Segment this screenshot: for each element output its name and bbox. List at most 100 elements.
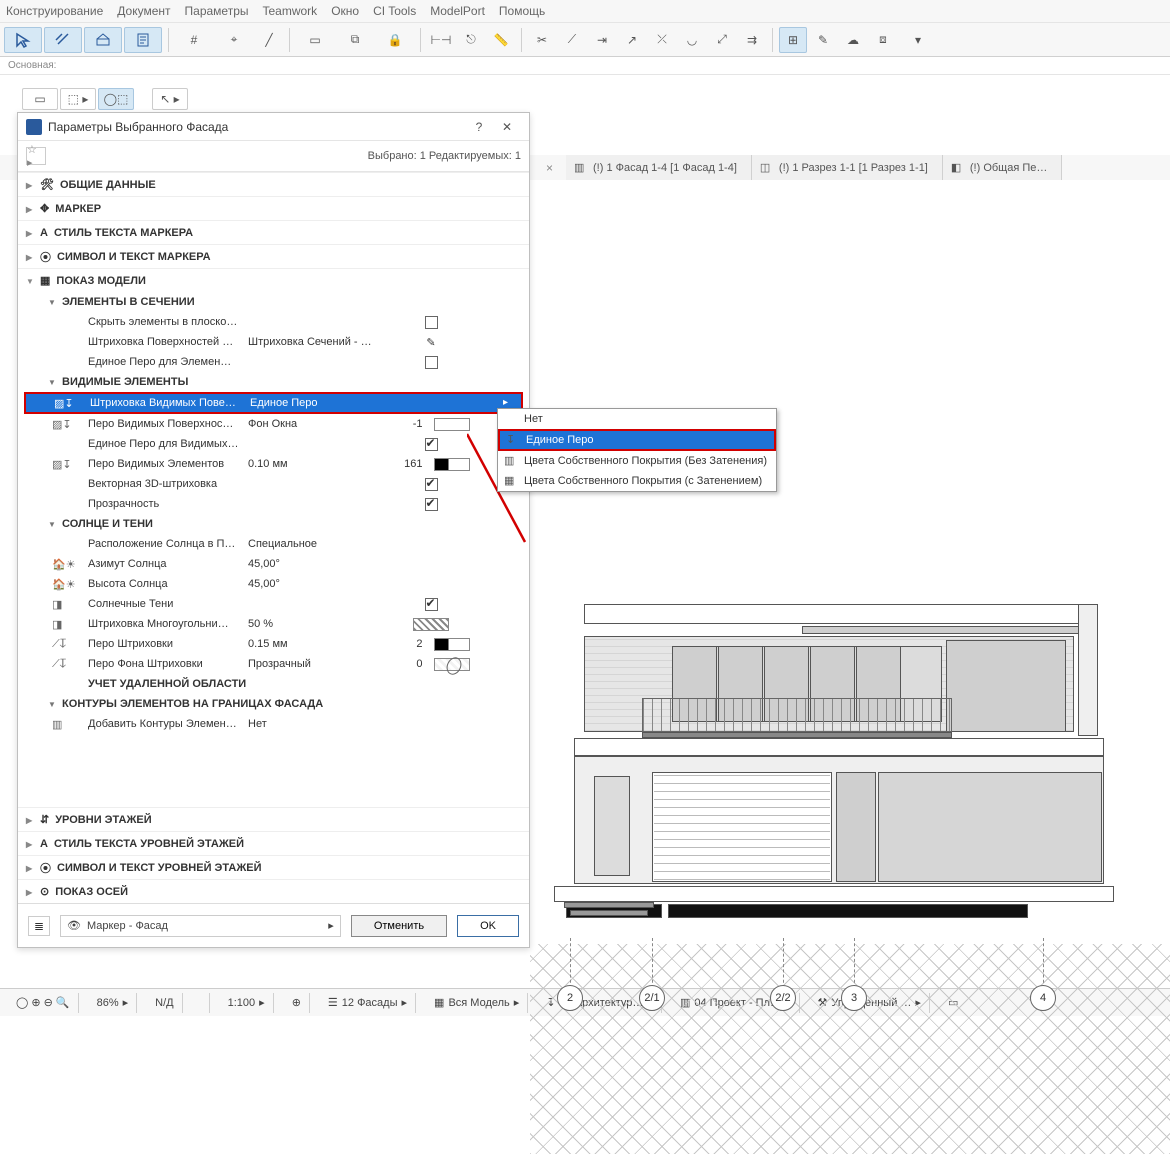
group-cut[interactable]: ▼ ЭЛЕМЕНТЫ В СЕЧЕНИИ <box>24 292 523 312</box>
scale[interactable]: 1:100 ▸ <box>220 993 274 1013</box>
show-all-icon[interactable]: ⊞ <box>779 27 807 53</box>
checkbox[interactable] <box>425 498 438 511</box>
menu-item[interactable]: Параметры <box>185 4 249 18</box>
checkbox[interactable] <box>425 478 438 491</box>
pen-swatch[interactable] <box>434 418 470 431</box>
close-button[interactable]: ✕ <box>493 113 521 141</box>
section-model-display[interactable]: ▦ПОКАЗ МОДЕЛИ <box>18 268 529 292</box>
row-visible-bg-pen[interactable]: ▨↧Перо Видимых Поверхнос…Фон Окна-1 <box>24 414 523 434</box>
row-visible-surface-fill[interactable]: ▨↧ Штриховка Видимых Пове… Единое Перо ▸ <box>24 392 523 414</box>
row-one-pen-cut[interactable]: Единое Перо для Элемен… <box>24 352 523 372</box>
row-hide-plane[interactable]: Скрыть элементы в плоско… <box>24 312 523 332</box>
arrow-icon[interactable]: ↖ ▸ <box>152 88 188 110</box>
row-cut-surf[interactable]: Штриховка Поверхностей …Штриховка Сечени… <box>24 332 523 352</box>
suspend-tool[interactable]: ▭ <box>296 27 334 53</box>
marquee-tool[interactable] <box>44 27 82 53</box>
pen-swatch[interactable] <box>434 458 470 471</box>
row-hatch-bg[interactable]: ⟋↧Перо Фона ШтриховкиПрозрачный0 <box>24 654 523 674</box>
cursor-tool[interactable] <box>4 27 42 53</box>
group-remote[interactable]: УЧЕТ УДАЛЕННОЙ ОБЛАСТИ <box>24 674 523 694</box>
quick-select-icon[interactable]: ◯⬚ <box>98 88 134 110</box>
menu-item[interactable]: Помощь <box>499 4 545 18</box>
row-sun-loc[interactable]: Расположение Солнца в П…Специальное <box>24 534 523 554</box>
fillet-tool[interactable]: ◡ <box>678 27 706 53</box>
cancel-button[interactable]: Отменить <box>351 915 447 937</box>
row-sun-alt[interactable]: 🏠☀Высота Солнца45,00° <box>24 574 523 594</box>
compare-tool[interactable]: ☁ <box>839 27 867 53</box>
section-levels-text[interactable]: AСТИЛЬ ТЕКСТА УРОВНЕЙ ЭТАЖЕЙ <box>18 831 529 855</box>
row-one-pen-visible[interactable]: Единое Перо для Видимых… <box>24 434 523 454</box>
menu-item[interactable]: CI Tools <box>373 4 416 18</box>
fill-type-popup[interactable]: Нет ↧Единое Перо ▥Цвета Собственного Пок… <box>497 408 777 492</box>
zoom-level[interactable]: 86% ▸ <box>89 993 138 1013</box>
help-button[interactable]: ? <box>465 113 493 141</box>
section-levels-symbol[interactable]: ⦿СИМВОЛ И ТЕКСТ УРОВНЕЙ ЭТАЖЕЙ <box>18 855 529 879</box>
dimension-tool[interactable]: ⊢⊣ <box>427 27 455 53</box>
split-tool[interactable]: ⇥ <box>588 27 616 53</box>
intersect-tool[interactable]: ⤫ <box>648 27 676 53</box>
menu-item[interactable]: Конструирование <box>6 4 103 18</box>
popup-item-none[interactable]: Нет <box>498 409 776 429</box>
menu-item[interactable]: ModelPort <box>430 4 485 18</box>
layer-combo[interactable]: ☰ 12 Фасады ▸ <box>320 993 416 1013</box>
offset-tool[interactable]: ⇉ <box>738 27 766 53</box>
measure-tool[interactable]: 📏 <box>487 27 515 53</box>
snap-tool[interactable]: ⌖ <box>215 27 253 53</box>
pen-swatch[interactable] <box>434 638 470 651</box>
fill-swatch[interactable] <box>413 618 449 631</box>
pen-swatch[interactable] <box>434 658 470 671</box>
guide-tool[interactable]: ╱ <box>255 27 283 53</box>
row-transparency[interactable]: Прозрачность <box>24 494 523 514</box>
tab-3d[interactable]: ◧(!) Общая Пе… <box>943 155 1063 181</box>
row-sun-az[interactable]: 🏠☀Азимут Солнца45,00° <box>24 554 523 574</box>
popup-item-own-colors-noshade[interactable]: ▥Цвета Собственного Покрытия (Без Затене… <box>498 451 776 471</box>
checkbox[interactable] <box>425 438 438 451</box>
checkbox[interactable] <box>425 356 438 369</box>
row-hatch-pen[interactable]: ⟋↧Перо Штриховки0.15 мм2 <box>24 634 523 654</box>
group-contours[interactable]: ▼ КОНТУРЫ ЭЛЕМЕНТОВ НА ГРАНИЦАХ ФАСАДА <box>24 694 523 714</box>
sb-icon[interactable]: ⊕ <box>284 993 310 1013</box>
row-vector-3d[interactable]: Векторная 3D-штриховка <box>24 474 523 494</box>
lock-tool[interactable]: 🔒 <box>376 27 414 53</box>
label-tool[interactable]: ⎋ <box>457 27 485 53</box>
checkbox[interactable] <box>425 316 438 329</box>
group-tool[interactable]: ⧉ <box>336 27 374 53</box>
group-visible[interactable]: ▼ ВИДИМЫЕ ЭЛЕМЕНТЫ <box>24 372 523 392</box>
section-general[interactable]: 🛠ОБЩИЕ ДАННЫЕ <box>18 172 529 196</box>
section-marker-symbol[interactable]: ⦿СИМВОЛ И ТЕКСТ МАРКЕРА <box>18 244 529 268</box>
model-filter[interactable]: ▦ Вся Модель ▸ <box>426 993 528 1013</box>
menu-item[interactable]: Окно <box>331 4 359 18</box>
favorites-button[interactable]: ☆ ▸ <box>26 147 46 165</box>
tab-elevation[interactable]: ▥(!) 1 Фасад 1-4 [1 Фасад 1-4] <box>566 155 752 181</box>
row-shadow-poly[interactable]: ◨Штриховка Многоугольни…50 % <box>24 614 523 634</box>
trace-tool[interactable]: ✎ <box>809 27 837 53</box>
tab-section[interactable]: ◫(!) 1 Разрез 1-1 [1 Разрез 1-1] <box>752 155 943 181</box>
adjust-tool[interactable]: ↗ <box>618 27 646 53</box>
section-marker-text[interactable]: AСТИЛЬ ТЕКСТА МАРКЕРА <box>18 220 529 244</box>
reference-tool[interactable]: ⧈ <box>869 27 897 53</box>
na-indicator[interactable]: N/Д <box>147 993 182 1013</box>
menubar[interactable]: Конструирование Документ Параметры Teamw… <box>0 0 1170 23</box>
popup-item-single-pen[interactable]: ↧Единое Перо <box>498 429 776 451</box>
row-add-contours[interactable]: ▥Добавить Контуры Элемен…Нет <box>24 714 523 734</box>
row-pen-visible[interactable]: ▨↧Перо Видимых Элементов0.10 мм161 <box>24 454 523 474</box>
layers-icon[interactable]: ≣ <box>28 916 50 936</box>
ok-button[interactable]: OK <box>457 915 519 937</box>
marquee-dashed-icon[interactable]: ⬚ ▸ <box>60 88 96 110</box>
document-tool[interactable] <box>124 27 162 53</box>
group-sun[interactable]: ▼ СОЛНЦЕ И ТЕНИ <box>24 514 523 534</box>
section-axes[interactable]: ⊙ПОКАЗ ОСЕЙ <box>18 879 529 903</box>
row-sun-shadow[interactable]: ◨Солнечные Тени <box>24 594 523 614</box>
section-marker[interactable]: ✥МАРКЕР <box>18 196 529 220</box>
design-tool[interactable] <box>84 27 122 53</box>
menu-item[interactable]: Документ <box>117 4 170 18</box>
grid-tool[interactable]: # <box>175 27 213 53</box>
marker-combo[interactable]: 👁Маркер - Фасад▸ <box>60 915 341 937</box>
marquee-rect-icon[interactable]: ▭ <box>22 88 58 110</box>
checkbox[interactable] <box>425 598 438 611</box>
cut-tool[interactable]: ✂ <box>528 27 556 53</box>
popup-item-own-colors-shade[interactable]: ▦Цвета Собственного Покрытия (с Затенени… <box>498 471 776 491</box>
section-levels[interactable]: ⇵УРОВНИ ЭТАЖЕЙ <box>18 807 529 831</box>
more-tool[interactable]: ▾ <box>899 27 937 53</box>
nav-icons[interactable]: ◯ ⊕ ⊖ 🔍 <box>8 993 79 1013</box>
